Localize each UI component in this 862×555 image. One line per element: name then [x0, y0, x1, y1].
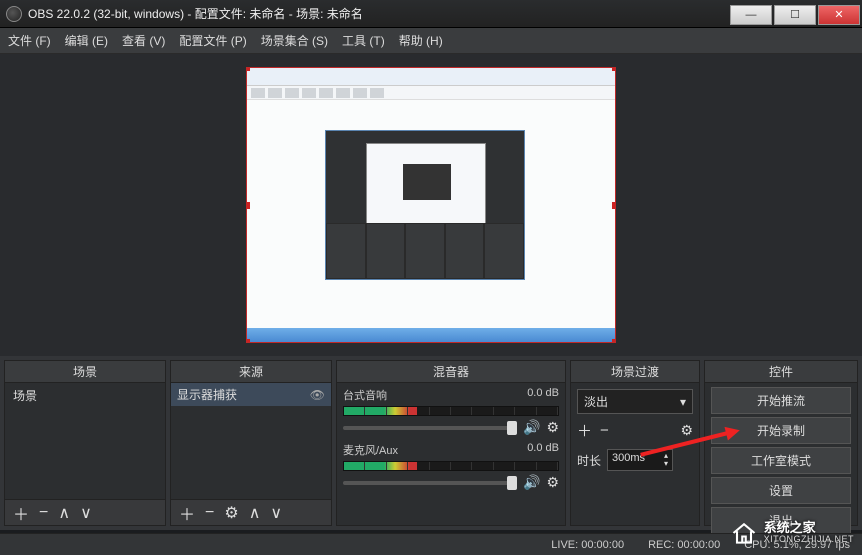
sources-header: 来源 [171, 361, 331, 383]
menu-scene-collection[interactable]: 场景集合 (S) [261, 32, 328, 49]
resize-handle-icon[interactable] [612, 67, 616, 71]
start-streaming-button[interactable]: 开始推流 [711, 387, 851, 414]
scenes-panel: 场景 场景 ＋ − ∧ ∨ [4, 360, 166, 526]
mixer-panel: 混音器 台式音响 0.0 dB 🔊 ⚙ 麦克风/Aux 0.0 dB [336, 360, 566, 526]
mixer-channel: 台式音响 0.0 dB 🔊 ⚙ [337, 383, 565, 438]
start-recording-button[interactable]: 开始录制 [711, 417, 851, 444]
source-remove-button[interactable]: − [205, 504, 214, 522]
menu-view[interactable]: 查看 (V) [122, 32, 165, 49]
transition-add-button[interactable]: ＋ [577, 420, 592, 441]
spinner-icon[interactable]: ▴▾ [664, 452, 668, 468]
exit-button[interactable]: 退出 [711, 507, 851, 534]
mixer-channel-name: 麦克风/Aux [343, 442, 398, 458]
preview-area[interactable] [0, 54, 862, 356]
scenes-header: 场景 [5, 361, 165, 383]
duration-label: 时长 [577, 452, 601, 469]
duration-value: 300ms [612, 452, 645, 468]
dock-panels: 场景 场景 ＋ − ∧ ∨ 来源 显示器捕获 👁 ＋ − ⚙ ∧ ∨ 混音器 [0, 356, 862, 530]
gear-icon[interactable]: ⚙ [680, 422, 693, 439]
chevron-down-icon: ▾ [680, 395, 686, 409]
resize-handle-icon[interactable] [246, 202, 250, 209]
scene-add-button[interactable]: ＋ [13, 501, 29, 525]
mixer-channel-level: 0.0 dB [527, 442, 559, 458]
window-minimize-button[interactable]: — [730, 5, 772, 25]
speaker-icon[interactable]: 🔊 [523, 474, 540, 491]
source-settings-button[interactable]: ⚙ [224, 503, 238, 523]
resize-handle-icon[interactable] [246, 339, 250, 343]
obs-app-icon [6, 6, 22, 22]
source-up-button[interactable]: ∧ [249, 503, 261, 523]
scene-up-button[interactable]: ∧ [58, 503, 70, 523]
resize-handle-icon[interactable] [612, 339, 616, 343]
resize-handle-icon[interactable] [246, 67, 250, 71]
visibility-toggle-icon[interactable]: 👁 [310, 388, 325, 402]
mixer-channel-name: 台式音响 [343, 387, 387, 403]
scene-item[interactable]: 场景 [5, 383, 165, 408]
window-maximize-button[interactable]: ☐ [774, 5, 816, 25]
scene-down-button[interactable]: ∨ [80, 503, 92, 523]
source-item[interactable]: 显示器捕获 👁 [171, 383, 331, 406]
transition-remove-button[interactable]: − [600, 422, 609, 439]
window-close-button[interactable]: ✕ [818, 5, 860, 25]
status-rec: REC: 00:00:00 [648, 539, 720, 551]
status-bar: LIVE: 00:00:00 REC: 00:00:00 CPU: 5.1%, … [0, 533, 862, 555]
volume-slider[interactable] [343, 426, 517, 430]
menu-edit[interactable]: 编辑 (E) [65, 32, 108, 49]
source-item-label: 显示器捕获 [177, 386, 237, 403]
source-add-button[interactable]: ＋ [179, 501, 195, 525]
menu-help[interactable]: 帮助 (H) [399, 32, 443, 49]
studio-mode-button[interactable]: 工作室模式 [711, 447, 851, 474]
window-title: OBS 22.0.2 (32-bit, windows) - 配置文件: 未命名… [28, 5, 363, 22]
audio-meter [343, 461, 559, 471]
volume-slider[interactable] [343, 481, 517, 485]
gear-icon[interactable]: ⚙ [546, 474, 559, 491]
status-live: LIVE: 00:00:00 [551, 539, 624, 551]
duration-input[interactable]: 300ms ▴▾ [607, 449, 673, 471]
transition-selected: 淡出 [584, 393, 608, 410]
mixer-channel-level: 0.0 dB [527, 387, 559, 403]
mixer-header: 混音器 [337, 361, 565, 383]
sources-panel: 来源 显示器捕获 👁 ＋ − ⚙ ∧ ∨ [170, 360, 332, 526]
gear-icon[interactable]: ⚙ [546, 419, 559, 436]
controls-panel: 控件 开始推流 开始录制 工作室模式 设置 退出 [704, 360, 858, 526]
resize-handle-icon[interactable] [612, 202, 616, 209]
window-titlebar: OBS 22.0.2 (32-bit, windows) - 配置文件: 未命名… [0, 0, 862, 28]
menu-profile[interactable]: 配置文件 (P) [179, 32, 246, 49]
source-down-button[interactable]: ∨ [270, 503, 282, 523]
transitions-panel: 场景过渡 淡出 ▾ ＋ − ⚙ 时长 300ms ▴▾ [570, 360, 700, 526]
status-cpu: CPU: 5.1%, 29.97 fps [744, 539, 850, 551]
controls-header: 控件 [705, 361, 857, 383]
menu-file[interactable]: 文件 (F) [8, 32, 51, 49]
scene-remove-button[interactable]: − [39, 504, 48, 522]
menu-bar: 文件 (F) 编辑 (E) 查看 (V) 配置文件 (P) 场景集合 (S) 工… [0, 28, 862, 54]
mixer-channel: 麦克风/Aux 0.0 dB 🔊 ⚙ [337, 438, 565, 493]
preview-canvas[interactable] [246, 67, 616, 343]
menu-tools[interactable]: 工具 (T) [342, 32, 385, 49]
transition-select[interactable]: 淡出 ▾ [577, 389, 693, 414]
transitions-header: 场景过渡 [571, 361, 699, 383]
settings-button[interactable]: 设置 [711, 477, 851, 504]
speaker-icon[interactable]: 🔊 [523, 419, 540, 436]
audio-meter [343, 406, 559, 416]
